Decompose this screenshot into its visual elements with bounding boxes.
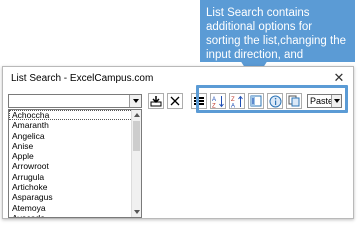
list-item[interactable]: Arrowroot (9, 161, 133, 171)
search-input[interactable] (8, 94, 142, 108)
hamburger-icon (194, 97, 204, 105)
list-item[interactable]: Artichoke (9, 182, 133, 192)
svg-text:Z: Z (231, 97, 235, 103)
svg-text:A: A (231, 103, 235, 108)
list-item[interactable]: Amaranth (9, 120, 133, 130)
info-icon (269, 95, 281, 107)
list-item[interactable]: Angelica (9, 131, 133, 141)
list-item[interactable]: Anise (9, 141, 133, 151)
results-listbox[interactable]: Achoccha Amaranth Angelica Anise Apple Arrowr… (8, 109, 142, 218)
scroll-up-button[interactable] (132, 110, 141, 120)
paste-select[interactable]: Paste (307, 94, 342, 108)
info-button[interactable] (267, 93, 283, 109)
list-item[interactable]: Atemoya (9, 203, 133, 213)
list-item[interactable]: Arrugula (9, 172, 133, 182)
insert-icon (150, 96, 162, 107)
list-search-window: List Search - ExcelCampus.com ✕ A Z Z A … (2, 66, 354, 219)
insert-button[interactable] (148, 93, 164, 109)
list-item[interactable]: Asparagus (9, 192, 133, 202)
copy-icon (288, 95, 300, 107)
list-items: Achoccha Amaranth Angelica Anise Apple Arrowr… (9, 110, 133, 217)
window-title: List Search - ExcelCampus.com (11, 73, 154, 84)
unique-values-button[interactable] (286, 93, 302, 109)
svg-text:Z: Z (212, 103, 216, 108)
direction-button[interactable] (248, 93, 264, 109)
sort-az-icon: A Z (212, 95, 224, 108)
sort-za-icon: Z A (231, 95, 243, 108)
paste-select-value: Paste (310, 96, 334, 106)
list-scrollbar[interactable] (131, 110, 141, 217)
clear-button[interactable] (167, 93, 183, 109)
callout-box: List Search contains additional options … (200, 0, 355, 103)
scroll-thumb[interactable] (133, 121, 140, 151)
list-item[interactable]: Avocado (9, 213, 133, 217)
search-dropdown-button[interactable] (129, 95, 141, 107)
list-item[interactable]: Apple (9, 151, 133, 161)
direction-icon (250, 95, 262, 107)
list-item[interactable]: Achoccha (9, 110, 133, 121)
close-icon (170, 96, 180, 106)
sort-descending-button[interactable]: Z A (229, 93, 245, 109)
sort-ascending-button[interactable]: A Z (210, 93, 226, 109)
scroll-down-button[interactable] (132, 207, 141, 217)
svg-text:A: A (212, 97, 216, 103)
titlebar: List Search - ExcelCampus.com ✕ (3, 67, 353, 91)
menu-button[interactable] (191, 93, 207, 109)
close-button[interactable]: ✕ (331, 70, 347, 86)
paste-dropdown-button[interactable] (331, 95, 341, 107)
